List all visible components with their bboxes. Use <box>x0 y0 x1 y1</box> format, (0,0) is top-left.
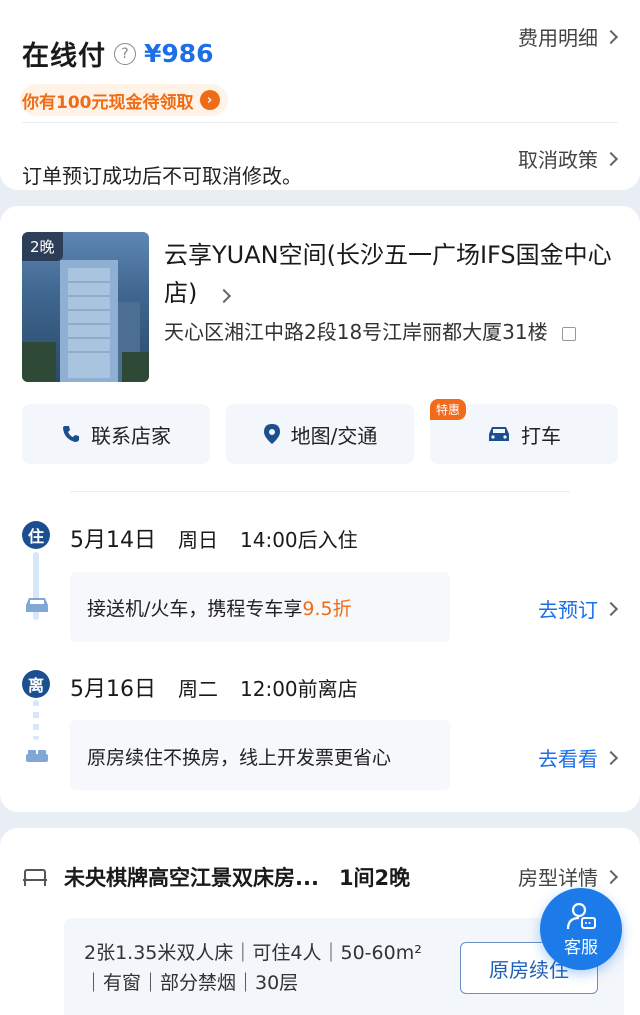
chevron-right-icon <box>603 151 619 166</box>
room-header: 未央棋牌高空江景双床房... 1间2晚 <box>22 862 410 892</box>
total-price: ¥986 <box>144 39 214 68</box>
transfer-service-text: 接送机/火车，携程专车享9.5折 <box>87 594 352 621</box>
payment-header: 在线付 ? ¥986 <box>22 34 214 73</box>
cancel-policy-link[interactable]: 取消政策 <box>518 144 619 173</box>
checkout-date: 5月16日 <box>70 677 156 702</box>
room-detail-label: 房型详情 <box>518 866 598 890</box>
hotel-photo[interactable]: 2晚 <box>22 232 149 382</box>
cash-coupon-text: 你有100元现金待领取 <box>22 92 194 113</box>
checkin-date: 5月14日 <box>70 528 156 553</box>
checkout-weekday: 周二 <box>178 677 218 701</box>
checkout-badge: 离 <box>22 670 50 698</box>
support-agent-icon <box>566 902 596 929</box>
room-detail-link[interactable]: 房型详情 <box>518 862 619 891</box>
help-icon[interactable]: ? <box>114 42 136 65</box>
arrow-right-icon: › <box>199 90 220 110</box>
divider <box>70 491 570 492</box>
map-traffic-button[interactable]: 地图/交通 <box>226 404 414 464</box>
checkin-weekday: 周日 <box>178 528 218 552</box>
bed-icon <box>26 750 48 762</box>
checkin-info: 5月14日 周日 14:00后入住 <box>70 522 380 554</box>
map-traffic-label: 地图/交通 <box>290 423 378 448</box>
copy-icon[interactable] <box>561 327 576 341</box>
hotel-address-text: 天心区湘江中路2段18号江岸丽都大厦31楼 <box>164 320 548 344</box>
checkout-time: 12:00前离店 <box>240 677 358 701</box>
fee-detail-label: 费用明细 <box>518 26 598 50</box>
divider <box>22 122 618 123</box>
fee-detail-link[interactable]: 费用明细 <box>518 22 619 51</box>
bed-icon <box>23 869 47 886</box>
car-icon <box>489 427 509 441</box>
timeline-dotted-line <box>33 700 39 740</box>
transfer-discount: 9.5折 <box>302 598 352 620</box>
chevron-right-icon <box>603 29 619 44</box>
customer-service-label: 客服 <box>564 937 598 958</box>
phone-icon <box>63 426 79 442</box>
chevron-right-icon <box>603 750 619 765</box>
room-count: 1间2晚 <box>338 866 411 890</box>
location-pin-icon <box>263 424 280 444</box>
extend-stay-label: 去看看 <box>538 747 598 771</box>
car-icon <box>26 598 48 612</box>
checkin-time: 14:00后入住 <box>240 528 358 552</box>
customer-service-button[interactable]: 客服 <box>540 888 622 970</box>
contact-hotel-button[interactable]: 联系店家 <box>22 404 210 464</box>
payment-title: 在线付 <box>22 41 106 72</box>
cash-coupon-badge[interactable]: 你有100元现金待领取 › <box>20 84 228 116</box>
nights-tag: 2晚 <box>22 232 63 261</box>
transfer-book-link[interactable]: 去预订 <box>538 594 619 623</box>
hotel-address: 天心区湘江中路2段18号江岸丽都大厦31楼 <box>164 318 604 346</box>
hotel-name[interactable]: 云享YUAN空间(长沙五一广场IFS国金中心店) <box>164 236 614 312</box>
room-type-title: 未央棋牌高空江景双床房... <box>64 866 319 890</box>
transfer-book-label: 去预订 <box>538 598 598 622</box>
extend-stay-text: 原房续住不换房，线上开发票更省心 <box>87 747 392 769</box>
cancel-policy-label: 取消政策 <box>518 148 598 172</box>
extend-stay-link[interactable]: 去看看 <box>538 743 619 772</box>
contact-hotel-label: 联系店家 <box>91 423 171 448</box>
chevron-right-icon <box>603 601 619 616</box>
checkout-info: 5月16日 周二 12:00前离店 <box>70 671 380 703</box>
transfer-text: 接送机/火车，携程专车享 <box>87 598 303 620</box>
checkin-badge: 住 <box>22 521 50 549</box>
hotel-name-text: 云享YUAN空间(长沙五一广场IFS国金中心店) <box>164 241 612 307</box>
room-spec-text: 2张1.35米双人床｜可住4人｜50-60m²｜有窗｜部分禁烟｜30层 <box>84 942 422 994</box>
chevron-right-icon <box>603 869 619 884</box>
cancel-note: 订单预订成功后不可取消修改。 <box>22 164 302 188</box>
taxi-promo-tag: 特惠 <box>430 399 467 420</box>
taxi-label: 打车 <box>521 423 561 448</box>
chevron-right-icon <box>216 288 232 304</box>
